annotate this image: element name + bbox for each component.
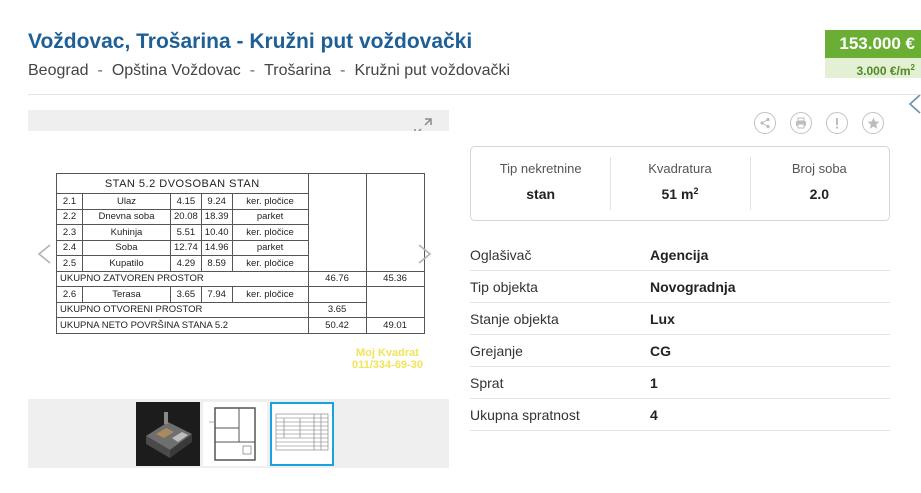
breadcrumb-separator: -	[249, 62, 256, 79]
detail-row-advertiser: Oglašivač Agencija	[470, 239, 890, 271]
table-row: 2.1 Ulaz 4.15 9.24 ker. pločice	[56, 193, 425, 210]
breadcrumb: Beograd - Opština Voždovac - Trošarina -…	[28, 62, 510, 80]
property-details: Oglašivač Agencija Tip objekta Novogradn…	[470, 239, 890, 431]
table-row: UKUPNO OTVORENI PROSTOR 3.65	[56, 301, 425, 318]
summary-area: Kvadratura 51 m2	[610, 147, 749, 220]
report-button[interactable]	[826, 112, 848, 134]
breadcrumb-item-neighborhood[interactable]: Trošarina	[264, 62, 331, 80]
detail-row-heating: Grejanje CG	[470, 335, 890, 367]
breadcrumb-item-municipality[interactable]: Opština Voždovac	[112, 62, 241, 80]
chevron-right-icon[interactable]	[417, 243, 433, 265]
chevron-left-icon[interactable]	[36, 243, 52, 265]
thumbnail-strip	[136, 402, 334, 466]
detail-row-condition: Stanje objekta Lux	[470, 303, 890, 335]
price: 153.000 €	[825, 30, 921, 58]
table-row: UKUPNO ZATVOREN PROSTOR 46.76 45.36	[56, 270, 425, 287]
price-box: 153.000 € 3.000 €/m2	[825, 30, 921, 78]
print-button[interactable]	[790, 112, 812, 134]
favorite-star-icon	[867, 117, 879, 129]
breadcrumb-separator: -	[340, 62, 346, 79]
floorplan-header: STAN 5.2 DVOSOBAN STAN	[56, 173, 309, 194]
share-button[interactable]	[754, 112, 776, 134]
floorplan-table-image	[275, 413, 329, 451]
watermark: Moj Kvadrat 011/334-69-30	[352, 347, 423, 371]
render-image	[146, 412, 192, 458]
thumbnail-3d-render[interactable]	[136, 402, 200, 466]
thumbnail-floorplan-table[interactable]	[270, 402, 334, 466]
detail-row-floor: Sprat 1	[470, 367, 890, 399]
breadcrumb-item-city[interactable]: Beograd	[28, 62, 89, 80]
main-image-floorplan[interactable]: STAN 5.2 DVOSOBAN STAN 2.1 Ulaz 4.15 9.2…	[28, 131, 449, 399]
table-row: 2.5 Kupatilo 4.29 8.59 ker. pločice	[56, 255, 425, 272]
listing-title: Voždovac, Trošarina - Kružni put voždova…	[28, 30, 473, 53]
summary-property-type: Tip nekretnine stan	[499, 161, 582, 202]
chevron-left-icon[interactable]	[907, 93, 921, 115]
table-row: 2.4 Soba 12.74 14.96 parket	[56, 239, 425, 256]
detail-row-object-type: Tip objekta Novogradnja	[470, 271, 890, 303]
price-per-m2: 3.000 €/m2	[825, 58, 921, 78]
table-row: UKUPNA NETO POVRŠINA STANA 5.2 50.42 49.…	[56, 317, 425, 334]
header-divider	[28, 94, 921, 95]
breadcrumb-separator: -	[97, 62, 103, 79]
summary-rooms: Broj soba 2.0	[749, 147, 889, 220]
property-summary: Tip nekretnine stan Kvadratura 51 m2 Bro…	[470, 146, 890, 221]
detail-row-total-floors: Ukupna spratnost 4	[470, 399, 890, 431]
floorplan-drawing-image	[209, 407, 256, 461]
breadcrumb-item-street[interactable]: Kružni put voždovački	[354, 62, 510, 80]
table-row: 2.2 Dnevna soba 20.08 18.39 parket	[56, 208, 425, 225]
print-icon	[796, 117, 806, 129]
table-row: 2.3 Kuhinja 5.51 10.40 ker. pločice	[56, 224, 425, 241]
table-row: 2.6 Terasa 3.65 7.94 ker. pločice	[56, 286, 425, 303]
thumbnail-floorplan-drawing[interactable]	[203, 402, 267, 466]
favorite-button[interactable]	[862, 112, 884, 134]
share-icon	[760, 117, 770, 129]
report-icon	[836, 118, 838, 129]
image-gallery: STAN 5.2 DVOSOBAN STAN 2.1 Ulaz 4.15 9.2…	[28, 110, 449, 468]
listing-actions	[754, 112, 884, 134]
floorplan-table: STAN 5.2 DVOSOBAN STAN 2.1 Ulaz 4.15 9.2…	[56, 173, 425, 334]
